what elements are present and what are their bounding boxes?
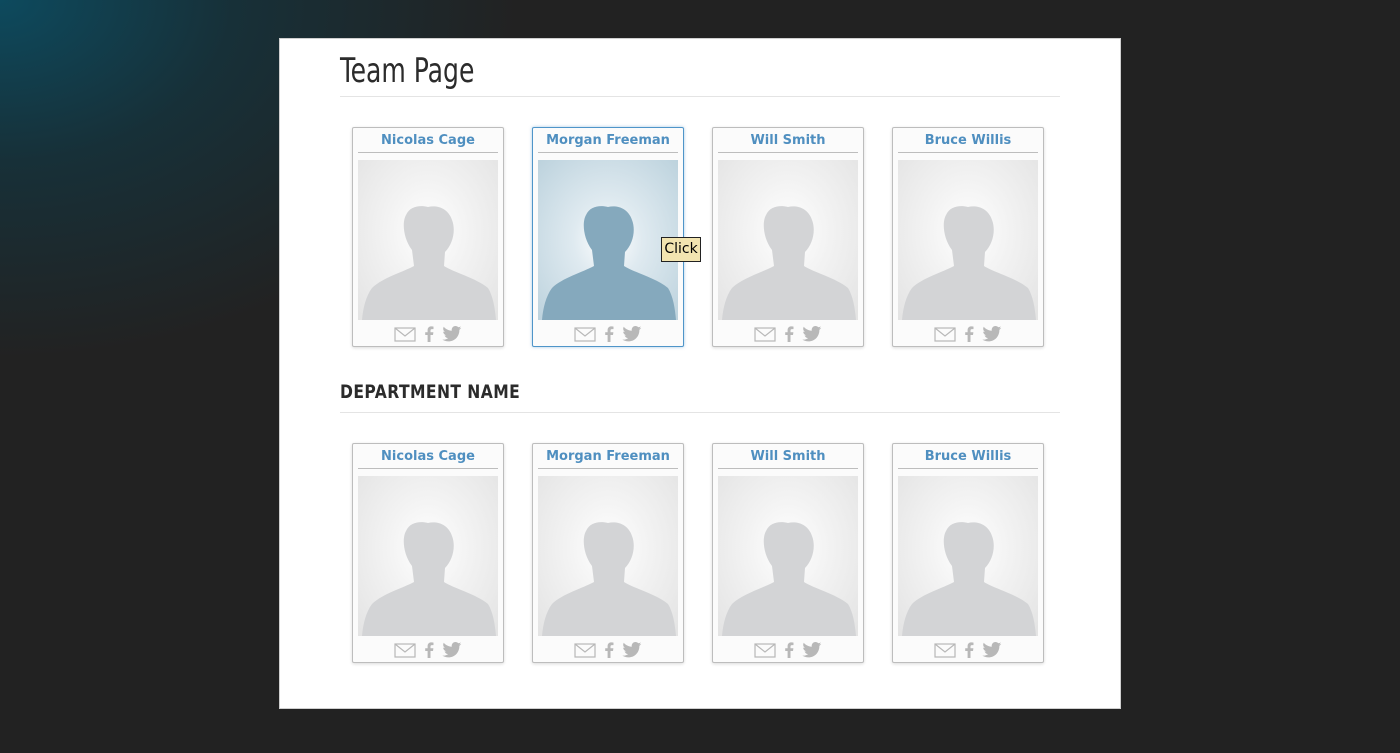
team-page: Team Page Nicolas Cage Morgan Freeman Wi…: [279, 38, 1121, 709]
email-icon[interactable]: [754, 642, 776, 658]
avatar-placeholder: [898, 476, 1038, 636]
social-links: [893, 640, 1043, 660]
member-card-nicolas-cage[interactable]: Nicolas Cage: [352, 443, 504, 663]
member-name[interactable]: Nicolas Cage: [358, 132, 498, 153]
email-icon[interactable]: [394, 642, 416, 658]
email-icon[interactable]: [934, 642, 956, 658]
social-links: [893, 324, 1043, 344]
member-card-bruce-willis[interactable]: Bruce Willis: [892, 443, 1044, 663]
email-icon[interactable]: [574, 326, 596, 342]
social-links: [533, 640, 683, 660]
twitter-icon[interactable]: [622, 642, 642, 658]
person-silhouette-icon: [362, 206, 496, 320]
person-silhouette-icon: [902, 522, 1036, 636]
member-card-bruce-willis[interactable]: Bruce Willis: [892, 127, 1044, 347]
member-name[interactable]: Will Smith: [718, 448, 858, 469]
avatar-placeholder: [538, 476, 678, 636]
facebook-icon[interactable]: [964, 326, 974, 342]
title-divider: [340, 96, 1060, 97]
email-icon[interactable]: [574, 642, 596, 658]
member-name[interactable]: Nicolas Cage: [358, 448, 498, 469]
team-row-main: Nicolas Cage Morgan Freeman Will Smith B…: [352, 127, 1052, 347]
department-divider: [340, 412, 1060, 413]
facebook-icon[interactable]: [964, 642, 974, 658]
twitter-icon[interactable]: [982, 642, 1002, 658]
person-silhouette-icon: [362, 522, 496, 636]
person-silhouette-icon: [902, 206, 1036, 320]
twitter-icon[interactable]: [622, 326, 642, 342]
social-links: [353, 324, 503, 344]
page-title: Team Page: [340, 51, 475, 91]
department-title: DEPARTMENT NAME: [340, 381, 521, 403]
twitter-icon[interactable]: [442, 326, 462, 342]
member-name[interactable]: Bruce Willis: [898, 448, 1038, 469]
twitter-icon[interactable]: [802, 642, 822, 658]
facebook-icon[interactable]: [604, 642, 614, 658]
click-tooltip: Click: [661, 237, 701, 262]
facebook-icon[interactable]: [784, 326, 794, 342]
person-silhouette-icon: [722, 522, 856, 636]
twitter-icon[interactable]: [442, 642, 462, 658]
person-silhouette-icon: [542, 522, 676, 636]
avatar-placeholder: [358, 476, 498, 636]
member-name[interactable]: Bruce Willis: [898, 132, 1038, 153]
email-icon[interactable]: [754, 326, 776, 342]
social-links: [533, 324, 683, 344]
person-silhouette-icon: [542, 206, 676, 320]
facebook-icon[interactable]: [424, 326, 434, 342]
social-links: [713, 324, 863, 344]
twitter-icon[interactable]: [982, 326, 1002, 342]
member-name[interactable]: Morgan Freeman: [538, 132, 678, 153]
person-silhouette-icon: [722, 206, 856, 320]
team-row-department: Nicolas Cage Morgan Freeman Will Smith B…: [352, 443, 1052, 663]
member-card-nicolas-cage[interactable]: Nicolas Cage: [352, 127, 504, 347]
member-card-morgan-freeman[interactable]: Morgan Freeman: [532, 443, 684, 663]
avatar-placeholder: [718, 160, 858, 320]
avatar-placeholder: [538, 160, 678, 320]
social-links: [353, 640, 503, 660]
avatar-placeholder: [358, 160, 498, 320]
avatar-placeholder: [898, 160, 1038, 320]
social-links: [713, 640, 863, 660]
facebook-icon[interactable]: [424, 642, 434, 658]
facebook-icon[interactable]: [784, 642, 794, 658]
email-icon[interactable]: [934, 326, 956, 342]
avatar-placeholder: [718, 476, 858, 636]
member-name[interactable]: Morgan Freeman: [538, 448, 678, 469]
member-name[interactable]: Will Smith: [718, 132, 858, 153]
member-card-will-smith[interactable]: Will Smith: [712, 443, 864, 663]
email-icon[interactable]: [394, 326, 416, 342]
facebook-icon[interactable]: [604, 326, 614, 342]
member-card-will-smith[interactable]: Will Smith: [712, 127, 864, 347]
twitter-icon[interactable]: [802, 326, 822, 342]
